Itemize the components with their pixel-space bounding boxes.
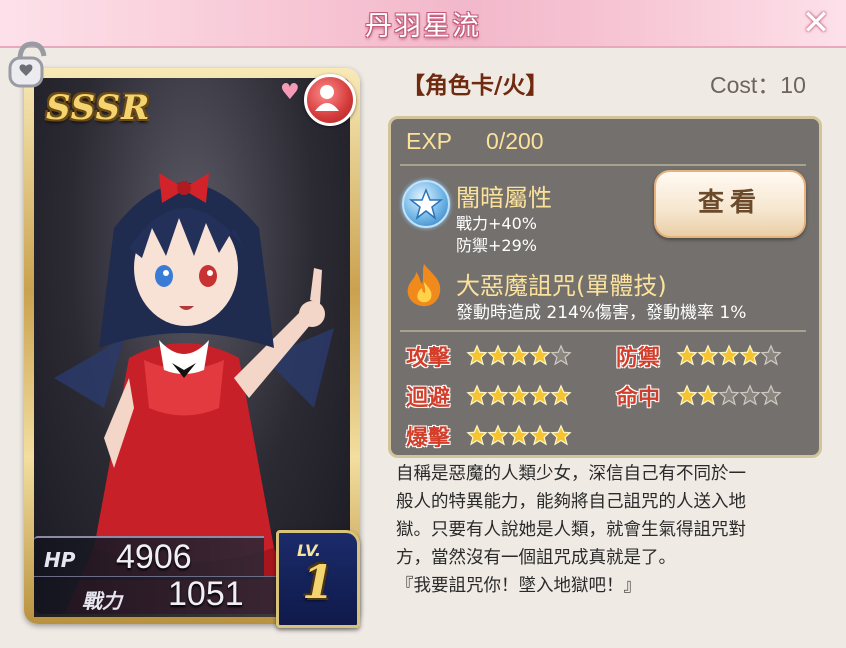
- dialog-header: 丹羽星流 ✕: [0, 0, 846, 48]
- star-filled-icon: [487, 344, 509, 366]
- card-cost: Cost：10: [710, 72, 806, 98]
- star-badge-icon: [402, 180, 450, 228]
- description-line: 般人的特異能力，能夠將自己詛咒的人送入地: [396, 492, 746, 512]
- star-filled-icon: [550, 424, 572, 446]
- hp-label: HP: [44, 548, 76, 572]
- star-filled-icon: [529, 344, 551, 366]
- exp-label: EXP: [406, 128, 453, 154]
- power-value: 1051: [168, 575, 244, 613]
- star-filled-icon: [676, 384, 698, 406]
- hp-value: 4906: [116, 538, 192, 576]
- description-line: 方，當然沒有一個詛咒成真就是了。: [396, 548, 676, 568]
- star-filled-icon: [508, 424, 530, 446]
- stat-stars-attack: [466, 344, 572, 366]
- star-filled-icon: [550, 384, 572, 406]
- power-label: 戰力: [82, 589, 122, 613]
- power-bar: 戰力 1051: [34, 575, 280, 617]
- star-filled-icon: [718, 344, 740, 366]
- exp-value: 0/200: [486, 128, 544, 154]
- star-empty-icon: [760, 384, 782, 406]
- attribute-bonus-power: 戰力+40%: [456, 214, 537, 233]
- exp-row: EXP 0/200: [406, 128, 578, 155]
- stat-label-critical: 爆擊: [406, 426, 451, 451]
- profile-avatar-button[interactable]: [304, 74, 356, 126]
- attribute-name: 闇暗屬性: [456, 184, 552, 212]
- stat-label-attack: 攻擊: [406, 346, 451, 371]
- dialog-title: 丹羽星流: [365, 11, 481, 42]
- description-line: 獄。只要有人說她是人類，就會生氣得詛咒對: [396, 520, 746, 540]
- level-badge: LV. 1: [276, 530, 360, 628]
- star-filled-icon: [676, 344, 698, 366]
- skill-name: 大惡魔詛咒(單體技): [456, 272, 667, 300]
- star-filled-icon: [487, 384, 509, 406]
- star-filled-icon: [529, 424, 551, 446]
- rarity-badge: SSSR: [46, 88, 151, 128]
- star-filled-icon: [466, 424, 488, 446]
- star-filled-icon: [529, 384, 551, 406]
- character-description: 自稱是惡魔的人類少女，深信自己有不同於一 般人的特異能力，能夠將自己詛咒的人送入…: [396, 460, 812, 616]
- stat-stars-defense: [676, 344, 782, 366]
- star-empty-icon: [718, 384, 740, 406]
- divider: [400, 164, 806, 166]
- card-type: 【角色卡/火】: [402, 73, 549, 99]
- hp-bar: HP 4906: [34, 536, 264, 580]
- star-filled-icon: [739, 344, 761, 366]
- level-value: 1: [301, 555, 334, 609]
- star-filled-icon: [487, 424, 509, 446]
- star-empty-icon: [550, 344, 572, 366]
- lock-heart-icon[interactable]: [6, 38, 52, 88]
- star-filled-icon: [508, 344, 530, 366]
- description-line: 自稱是惡魔的人類少女，深信自己有不同於一: [396, 464, 746, 484]
- close-button[interactable]: ✕: [796, 6, 836, 42]
- star-filled-icon: [697, 384, 719, 406]
- stat-label-accuracy: 命中: [616, 386, 661, 411]
- view-button[interactable]: 查看: [654, 170, 806, 238]
- favorite-heart-icon[interactable]: ♥: [280, 80, 300, 105]
- star-empty-icon: [760, 344, 782, 366]
- star-filled-icon: [697, 344, 719, 366]
- star-empty-icon: [739, 384, 761, 406]
- stat-stars-accuracy: [676, 384, 782, 406]
- stat-label-evasion: 迴避: [406, 386, 451, 411]
- stat-label-defense: 防禦: [616, 346, 661, 371]
- attribute-bonus-defense: 防禦+29%: [456, 236, 537, 255]
- person-icon: [315, 85, 339, 111]
- stat-stars-evasion: [466, 384, 572, 406]
- divider: [400, 330, 806, 332]
- star-filled-icon: [508, 384, 530, 406]
- description-line: 『我要詛咒你！墜入地獄吧！』: [396, 576, 641, 596]
- skill-description: 發動時造成 214%傷害，發動機率 1%: [456, 303, 747, 323]
- star-filled-icon: [466, 384, 488, 406]
- fire-icon: [407, 264, 441, 307]
- stat-stars-critical: [466, 424, 572, 446]
- star-filled-icon: [466, 344, 488, 366]
